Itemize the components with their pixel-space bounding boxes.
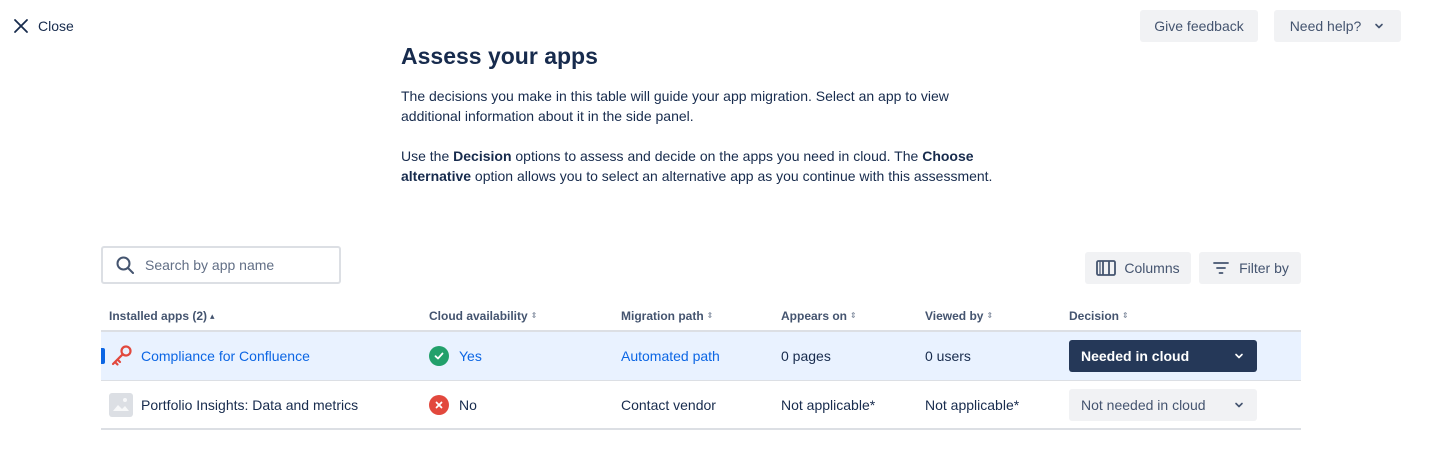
chevron-down-icon	[1235, 353, 1243, 359]
header-installed-apps-label: Installed apps (2)	[109, 309, 208, 323]
filter-button[interactable]: Filter by	[1199, 252, 1301, 284]
give-feedback-label: Give feedback	[1154, 18, 1244, 34]
decision-value: Needed in cloud	[1081, 348, 1190, 364]
error-circle-icon	[429, 395, 449, 415]
sort-icon: ⇕	[530, 311, 538, 320]
table-header: Installed apps (2) ▴ Cloud availability …	[101, 300, 1301, 332]
chevron-down-icon	[1375, 23, 1384, 29]
viewed-by-cell: Not applicable*	[925, 397, 1020, 413]
header-cloud-availability-label: Cloud availability	[429, 309, 528, 323]
need-help-button[interactable]: Need help?	[1274, 10, 1401, 42]
sort-icon: ⇕	[706, 311, 714, 320]
key-icon	[109, 344, 133, 368]
migration-path-cell: Contact vendor	[621, 397, 716, 413]
page-title: Assess your apps	[401, 43, 598, 69]
header-migration-path[interactable]: Migration path ⇕	[621, 309, 713, 323]
intro-paragraph-1: The decisions you make in this table wil…	[401, 88, 949, 124]
columns-label: Columns	[1124, 260, 1180, 276]
appears-on-cell: 0 pages	[781, 348, 831, 364]
app-name-cell: Compliance for Confluence	[109, 332, 310, 380]
image-placeholder-icon	[109, 393, 133, 417]
selected-row-indicator	[101, 348, 105, 364]
header-viewed-by[interactable]: Viewed by ⇕	[925, 309, 993, 323]
sort-ascending-icon: ▴	[210, 311, 215, 321]
intro-bold-decision: Decision	[453, 148, 512, 164]
intro-text-segment: Use the	[401, 148, 454, 164]
appears-on-cell: Not applicable*	[781, 397, 876, 413]
cloud-availability-cell: No	[429, 381, 477, 429]
intro-paragraph-2: Use the Decision options to assess and d…	[401, 146, 1001, 186]
intro-text: The decisions you make in this table wil…	[401, 86, 1001, 186]
migration-path-link[interactable]: Automated path	[621, 348, 720, 364]
close-icon	[14, 19, 28, 33]
header-decision[interactable]: Decision ⇕	[1069, 309, 1129, 323]
intro-text-segment: option allows you to select an alternati…	[471, 168, 993, 184]
header-appears-on[interactable]: Appears on ⇕	[781, 309, 857, 323]
search-icon	[116, 256, 134, 274]
cloud-availability-value: No	[459, 397, 477, 413]
columns-button[interactable]: Columns	[1085, 252, 1191, 284]
columns-icon	[1096, 260, 1117, 276]
header-migration-path-label: Migration path	[621, 309, 704, 323]
sort-icon: ⇕	[1122, 311, 1129, 320]
migration-path-cell: Automated path	[621, 332, 720, 380]
chevron-down-icon	[1235, 402, 1243, 408]
decision-dropdown[interactable]: Needed in cloud	[1069, 340, 1257, 372]
table-row[interactable]: Portfolio Insights: Data and metrics No …	[101, 380, 1301, 430]
decision-dropdown[interactable]: Not needed in cloud	[1069, 389, 1257, 421]
filter-label: Filter by	[1239, 260, 1289, 276]
search-input[interactable]	[145, 257, 325, 273]
apps-table: Installed apps (2) ▴ Cloud availability …	[101, 300, 1301, 430]
give-feedback-button[interactable]: Give feedback	[1140, 10, 1258, 42]
decision-value: Not needed in cloud	[1081, 397, 1206, 413]
intro-text-segment: options to assess and decide on the apps…	[511, 148, 923, 164]
cloud-availability-cell: Yes	[429, 332, 482, 380]
table-row[interactable]: Compliance for Confluence Yes Automated …	[101, 332, 1301, 380]
need-help-label: Need help?	[1289, 18, 1362, 34]
filter-icon	[1213, 262, 1229, 274]
header-decision-label: Decision	[1069, 309, 1120, 323]
check-circle-icon	[429, 346, 449, 366]
cloud-availability-value: Yes	[459, 348, 482, 364]
header-appears-on-label: Appears on	[781, 309, 848, 323]
search-box[interactable]	[101, 246, 341, 284]
sort-icon: ⇕	[850, 311, 857, 320]
header-viewed-by-label: Viewed by	[925, 309, 984, 323]
close-label: Close	[38, 18, 74, 34]
header-cloud-availability[interactable]: Cloud availability ⇕	[429, 309, 537, 323]
app-name-text[interactable]: Portfolio Insights: Data and metrics	[141, 397, 358, 413]
close-button[interactable]: Close	[12, 14, 74, 38]
app-name-cell: Portfolio Insights: Data and metrics	[109, 381, 358, 429]
viewed-by-cell: 0 users	[925, 348, 971, 364]
app-name-link[interactable]: Compliance for Confluence	[141, 348, 310, 364]
header-installed-apps[interactable]: Installed apps (2) ▴	[109, 309, 215, 323]
sort-icon: ⇕	[986, 311, 994, 320]
